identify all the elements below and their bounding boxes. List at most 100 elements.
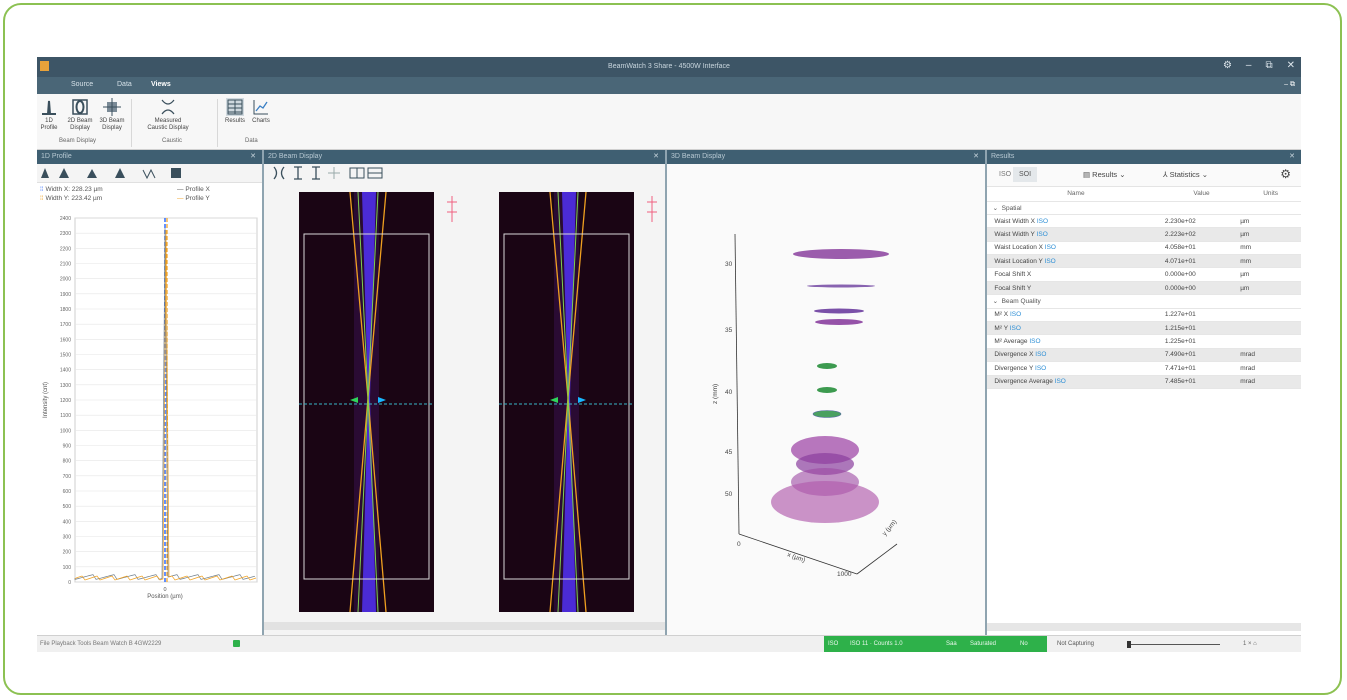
title-bar: BeamWatch 3 Share - 4500W Interface ⚙ – … (37, 57, 1301, 77)
chart-icon (252, 98, 270, 116)
close-icon[interactable]: ✕ (250, 150, 256, 164)
window-title: BeamWatch 3 Share - 4500W Interface (608, 63, 730, 70)
table-row-unit (1238, 321, 1301, 336)
results-toolbar: ISO SOI ▤ Results ⌄ ⅄ Statistics ⌄ ⚙ (987, 164, 1301, 187)
close-icon[interactable]: ✕ (973, 150, 979, 164)
zoom-slider-handle[interactable] (1127, 641, 1131, 648)
export-tool-icon (171, 168, 181, 178)
table-row-value: 7.471e+01 (1162, 361, 1239, 376)
caustic-display-button[interactable]: Measured Caustic Display (145, 98, 191, 132)
status-segment: ISO 11 · Counts 1.0 (850, 641, 903, 647)
group-caustic: Caustic (162, 138, 183, 144)
beamwatch-window: BeamWatch 3 Share - 4500W Interface ⚙ – … (37, 57, 1301, 652)
profile-1d-button[interactable]: 1D Profile (37, 98, 61, 132)
table-row-value: 2.223e+02 (1162, 227, 1239, 242)
horizontal-scrollbar[interactable] (987, 623, 1301, 631)
restore-button[interactable]: ⧉ (1265, 60, 1272, 71)
ribbon-separator (217, 99, 218, 147)
beam-2d-view[interactable] (264, 182, 667, 635)
results-dropdown[interactable]: ▤ Results ⌄ (1083, 170, 1126, 179)
section-beam-quality[interactable]: ⌄ Beam Quality (987, 294, 1301, 309)
beam-image-y (499, 191, 634, 613)
y-tick-label: 1200 (60, 398, 71, 404)
results-table: Name Value Units ⌄ Spatial Waist Width X… (987, 187, 1301, 389)
profile-panel: 1D Profile ✕ ⁞⁞ Width X: 228.23 µm ⁞⁞ Wi… (37, 150, 264, 635)
results-panel: Results ✕ ISO SOI ▤ Results ⌄ ⅄ Statisti… (987, 150, 1301, 635)
caustic-ellipses (771, 249, 889, 523)
menu-collapse-icon[interactable]: – ⧉ (1284, 81, 1295, 89)
z-tick: 45 (725, 449, 733, 456)
x-tick-label: 0 (163, 587, 166, 593)
charts-button[interactable]: Charts (249, 98, 273, 125)
tab-iso[interactable]: ISO (999, 171, 1011, 178)
beam-2d-label: 2D Beam Display (67, 118, 93, 131)
y-tick-label: 1100 (60, 413, 71, 419)
y-tick-label: 500 (63, 504, 72, 510)
table-row-unit: mm (1238, 241, 1301, 256)
status-segment: Saturated (970, 641, 997, 647)
table-row-value: 7.490e+01 (1162, 348, 1239, 363)
ribbon-separator (131, 99, 132, 147)
menu-data[interactable]: Data (117, 81, 132, 88)
status-segment: Saa (946, 641, 957, 647)
y-tick-label: 900 (63, 444, 72, 450)
results-icon (226, 98, 244, 116)
panel-header: 3D Beam Display ✕ (667, 150, 985, 164)
y-tick-label: 300 (63, 535, 72, 541)
y-tick-label: 200 (63, 550, 72, 556)
table-row-name: Waist Width Y ISO (987, 227, 1163, 242)
table-row-unit (1238, 334, 1301, 349)
area-tool-icon (115, 168, 125, 178)
y-tick-label: 1300 (60, 383, 71, 389)
y-tick-label: 1700 (60, 322, 71, 328)
results-button[interactable]: Results (223, 98, 247, 125)
beam-image-x (299, 191, 434, 613)
tab-soi[interactable]: SOI (1013, 167, 1038, 182)
panel-title: 3D Beam Display (671, 153, 726, 160)
beam-3d-button[interactable]: 3D Beam Display (97, 98, 127, 132)
origin-tick: 0 (737, 541, 741, 548)
beam-2d-button[interactable]: 2D Beam Display (65, 98, 95, 132)
section-spatial[interactable]: ⌄ Spatial (987, 201, 1301, 215)
close-icon[interactable]: ✕ (653, 150, 659, 164)
table-row-value: 7.485e+01 (1162, 375, 1239, 389)
z-tick: 30 (725, 261, 733, 268)
zoom-level: 1 × ⌂ (1243, 641, 1257, 647)
status-indicators: ISO ISO 11 · Counts 1.0 Saa Saturated No (824, 636, 1047, 652)
y-tick-label: 2400 (60, 216, 71, 222)
close-icon[interactable]: ✕ (1289, 150, 1295, 164)
table-row-name: Divergence Y ISO (987, 361, 1163, 376)
settings-icon[interactable]: ⚙ (1223, 60, 1232, 71)
y-tick-label: 1600 (60, 337, 71, 343)
y-tick-label: 2100 (60, 262, 71, 268)
minimize-button[interactable]: – (1246, 60, 1252, 71)
gear-icon[interactable]: ⚙ (1280, 167, 1291, 181)
beam-3d-view[interactable]: 30 35 40 45 50 z (mm) x (µm) y (µm) 1000… (667, 164, 985, 634)
statistics-dropdown[interactable]: ⅄ Statistics ⌄ (1163, 170, 1208, 179)
z-axis-label: z (mm) (712, 384, 719, 404)
status-file-path: File Playback Tools Beam Watch B 4GW2229 (40, 641, 162, 647)
y-tick-label: 2300 (60, 231, 71, 237)
beam-3d-icon (103, 98, 121, 116)
table-row-value: 1.227e+01 (1162, 308, 1239, 323)
panel-header: 2D Beam Display ✕ (264, 150, 665, 164)
table-row-name: M² Average ISO (987, 334, 1163, 349)
y-tick-label: 1900 (60, 292, 71, 298)
legend-width-y: ⁞⁞ Width Y: 223.42 µm (40, 195, 103, 202)
ribbon: 1D Profile 2D Beam Display 3D Beam Displ… (37, 94, 1301, 150)
menu-views[interactable]: Views (151, 81, 171, 88)
table-row-value: 1.225e+01 (1162, 334, 1239, 349)
y-tick-label: 1500 (60, 353, 71, 359)
menu-source[interactable]: Source (71, 81, 93, 88)
x-tick: 1000 (837, 571, 852, 578)
close-button[interactable]: ✕ (1287, 60, 1295, 71)
table-row-unit (1238, 308, 1301, 323)
zoom-slider-track[interactable] (1130, 644, 1220, 645)
cursor-x-icon (294, 166, 302, 180)
panel-title: Results (991, 153, 1015, 160)
column-header-units: Units (1238, 187, 1301, 202)
profile-y-tool-icon (59, 168, 69, 178)
z-tick: 50 (725, 491, 733, 498)
y-tick-label: 100 (63, 565, 72, 571)
table-row-unit: µm (1238, 214, 1301, 229)
